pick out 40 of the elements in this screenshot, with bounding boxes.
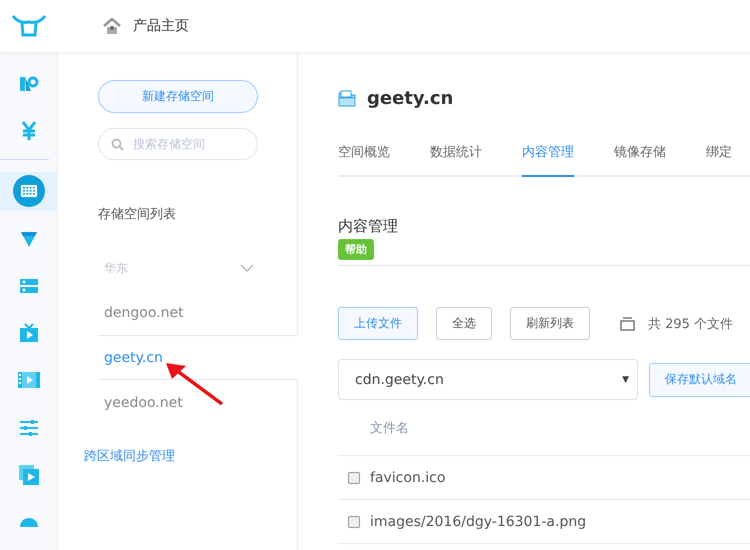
file-name: favicon.ico xyxy=(370,470,446,486)
row-checkbox[interactable] xyxy=(348,516,360,528)
sync-link[interactable]: 跨区域同步管理 xyxy=(84,447,297,465)
help-badge[interactable]: 帮助 xyxy=(338,239,374,260)
column-header: 文件名 xyxy=(370,420,409,436)
list-title: 存储空间列表 xyxy=(98,206,177,223)
film-icon[interactable] xyxy=(18,371,40,390)
chevron-icon xyxy=(240,264,254,272)
toolbar-button[interactable]: 上传文件 xyxy=(338,307,418,340)
logo-icon[interactable] xyxy=(10,14,46,38)
file-name: images/2016/dgy-16301-a.png xyxy=(370,514,586,530)
tv-icon[interactable] xyxy=(20,323,38,344)
tab[interactable]: 绑定 xyxy=(706,143,732,177)
toolbar-button[interactable]: 刷新列表 xyxy=(510,307,590,340)
tab[interactable]: 镜像存储 xyxy=(614,143,666,177)
tab[interactable]: 数据统计 xyxy=(430,143,482,177)
yen-icon[interactable] xyxy=(20,120,36,141)
page-title: 产品主页 xyxy=(133,17,189,35)
toolbar-button[interactable]: 全选 xyxy=(436,307,492,340)
section-title: 内容管理 xyxy=(338,217,399,236)
box-icon xyxy=(620,316,635,330)
search-field[interactable]: 搜索存储空间 xyxy=(98,128,258,160)
funnel-icon[interactable] xyxy=(20,230,38,248)
new-bucket-button[interactable]: 新建存储空间 xyxy=(98,80,258,113)
save-domain-button[interactable]: 保存默认域名 xyxy=(649,362,750,396)
domain-select[interactable]: cdn.geety.cn ▼ xyxy=(338,359,638,400)
tab[interactable]: 空间概览 xyxy=(338,143,390,177)
list-icon[interactable] xyxy=(20,278,38,294)
cdn-icon[interactable] xyxy=(18,74,38,93)
sliders-icon[interactable] xyxy=(20,420,38,436)
search-icon xyxy=(111,138,124,151)
bucket-title: geety.cn xyxy=(367,88,454,109)
grid-icon[interactable] xyxy=(12,175,44,208)
bucket-item[interactable]: geety.cn xyxy=(98,335,298,380)
home-icon[interactable] xyxy=(103,18,121,34)
row-checkbox[interactable] xyxy=(348,472,360,484)
tab[interactable]: 内容管理 xyxy=(522,143,574,177)
folder-icon xyxy=(338,90,356,107)
file-count: 共 295 个文件 xyxy=(648,316,734,332)
video-icon[interactable] xyxy=(18,465,38,486)
